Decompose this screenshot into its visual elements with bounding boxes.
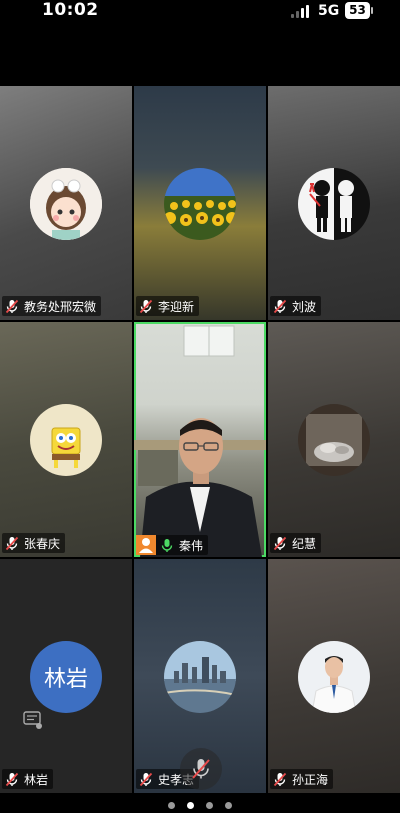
participant-tile[interactable]: 张春庆 bbox=[0, 322, 132, 557]
participant-name: 教务处邢宏微 bbox=[24, 299, 97, 314]
participant-name-tag: 秦伟 bbox=[136, 535, 209, 555]
mic-muted-icon bbox=[273, 772, 287, 786]
network-type: 5G bbox=[318, 3, 340, 19]
participant-name-tag: 林岩 bbox=[2, 769, 54, 789]
page-indicator[interactable] bbox=[0, 802, 400, 809]
participant-name-tag: 孙正海 bbox=[270, 769, 334, 789]
host-badge-icon bbox=[136, 535, 156, 555]
page-dot[interactable] bbox=[225, 802, 232, 809]
participant-avatar bbox=[298, 168, 370, 240]
participant-name: 纪慧 bbox=[292, 536, 317, 551]
participant-name: 刘波 bbox=[292, 299, 317, 314]
mic-active-icon bbox=[161, 538, 173, 552]
participant-name: 张春庆 bbox=[24, 536, 61, 551]
participant-avatar bbox=[298, 404, 370, 476]
speaker-video bbox=[134, 325, 266, 557]
participant-avatar bbox=[298, 641, 370, 713]
participant-tile[interactable]: 纪慧 bbox=[268, 322, 400, 557]
participant-avatar bbox=[164, 641, 236, 713]
participant-avatar bbox=[30, 168, 102, 240]
participant-name-tag: 李迎新 bbox=[136, 296, 200, 316]
page-dot[interactable] bbox=[206, 802, 213, 809]
participant-name-tag: 纪慧 bbox=[270, 533, 322, 553]
participant-avatar bbox=[164, 168, 236, 240]
status-bar: 10:02 5G 53 bbox=[0, 0, 400, 24]
mic-muted-icon bbox=[5, 299, 19, 313]
participant-name-tag: 张春庆 bbox=[2, 533, 66, 553]
mic-muted-icon bbox=[192, 759, 210, 779]
page-dot[interactable] bbox=[168, 802, 175, 809]
mic-muted-icon bbox=[273, 299, 287, 313]
participant-name: 林岩 bbox=[24, 772, 49, 787]
mic-muted-icon bbox=[273, 536, 287, 550]
signal-icon bbox=[291, 5, 313, 18]
participant-name-tag: 刘波 bbox=[270, 296, 322, 316]
mic-muted-icon bbox=[5, 772, 19, 786]
participant-name-tag: 教务处邢宏微 bbox=[2, 296, 102, 316]
participant-avatar: 林岩 bbox=[30, 641, 102, 713]
clock: 10:02 bbox=[42, 0, 99, 20]
participant-tile[interactable]: 林岩 林岩 bbox=[0, 559, 132, 793]
participant-avatar bbox=[30, 404, 102, 476]
mic-toggle-button[interactable] bbox=[180, 748, 222, 790]
participant-name: 孙正海 bbox=[292, 772, 329, 787]
participant-name: 李迎新 bbox=[158, 299, 195, 314]
mic-muted-icon bbox=[139, 299, 153, 313]
participant-tile[interactable]: 李迎新 bbox=[134, 86, 266, 320]
participant-name: 秦伟 bbox=[179, 538, 204, 553]
mic-muted-icon bbox=[139, 772, 153, 786]
avatar-initials: 林岩 bbox=[43, 667, 88, 692]
page-dot-current[interactable] bbox=[187, 802, 194, 809]
mic-muted-icon bbox=[5, 536, 19, 550]
participant-tile[interactable]: 孙正海 bbox=[268, 559, 400, 793]
battery-icon: 53 bbox=[345, 2, 373, 19]
participant-tile[interactable]: 刘波 bbox=[268, 86, 400, 320]
chat-bubble-icon[interactable] bbox=[23, 711, 43, 729]
active-speaker-tile[interactable]: 秦伟 bbox=[134, 322, 266, 557]
participant-tile[interactable]: 教务处邢宏微 bbox=[0, 86, 132, 320]
